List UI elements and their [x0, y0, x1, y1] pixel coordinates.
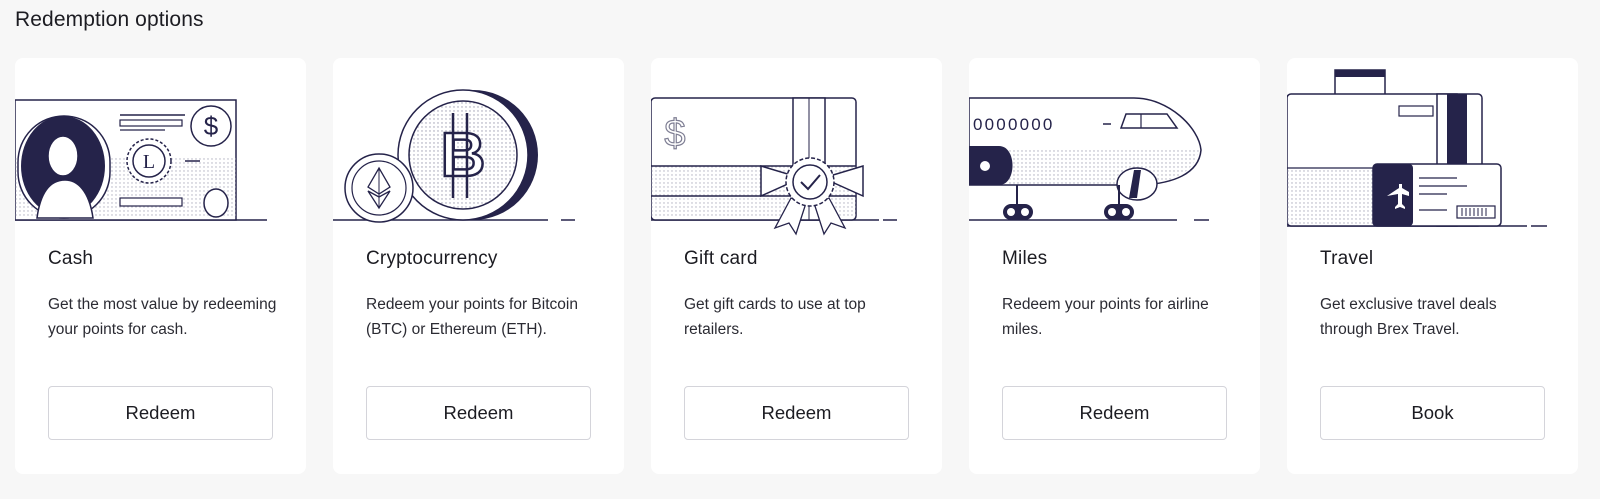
- card-description: Redeem your points for Bitcoin (BTC) or …: [366, 296, 578, 338]
- gift-dollar-text: $: [664, 113, 685, 155]
- bitcoin-symbol-text: B: [441, 121, 486, 190]
- redeem-crypto-button[interactable]: Redeem: [366, 386, 591, 440]
- gift-card-illustration: $: [651, 58, 942, 238]
- card-cryptocurrency: B Cryptocurrency Redeem your points for …: [333, 58, 624, 474]
- card-title: Gift card: [684, 248, 758, 269]
- card-description: Get the most value by redeeming your poi…: [48, 296, 277, 338]
- card-title: Cash: [48, 248, 94, 269]
- card-miles: 0000000 Miles Redeem your points for air…: [969, 58, 1260, 474]
- card-cash: L $ Cash Get the most value by redeeming…: [15, 58, 306, 474]
- card-description: Redeem your points for airline miles.: [1002, 296, 1209, 338]
- redeem-cash-button[interactable]: Redeem: [48, 386, 273, 440]
- card-description: Get exclusive travel deals through Brex …: [1320, 296, 1497, 338]
- card-travel: Travel Get exclusive travel deals throug…: [1287, 58, 1578, 474]
- airplane-illustration: 0000000: [969, 58, 1260, 238]
- luggage-boarding-pass-illustration: [1287, 58, 1578, 238]
- card-description: Get gift cards to use at top retailers.: [684, 296, 866, 338]
- cash-dollar-text: $: [204, 111, 219, 141]
- plane-windows-text: 0000000: [973, 115, 1055, 134]
- card-title: Cryptocurrency: [366, 248, 498, 269]
- card-title: Miles: [1002, 248, 1048, 269]
- section-title: Redemption options: [15, 8, 204, 31]
- card-title: Travel: [1320, 248, 1374, 269]
- book-travel-button[interactable]: Book: [1320, 386, 1545, 440]
- cash-letter-text: L: [143, 151, 155, 173]
- redeem-gift-card-button[interactable]: Redeem: [684, 386, 909, 440]
- redemption-cards: L $ Cash Get the most value by redeeming…: [15, 58, 1578, 474]
- cash-bill-illustration: L $: [15, 58, 306, 238]
- crypto-coins-illustration: B: [333, 58, 624, 238]
- card-gift-card: $ Gift card Get gift cards to use at top…: [651, 58, 942, 474]
- redeem-miles-button[interactable]: Redeem: [1002, 386, 1227, 440]
